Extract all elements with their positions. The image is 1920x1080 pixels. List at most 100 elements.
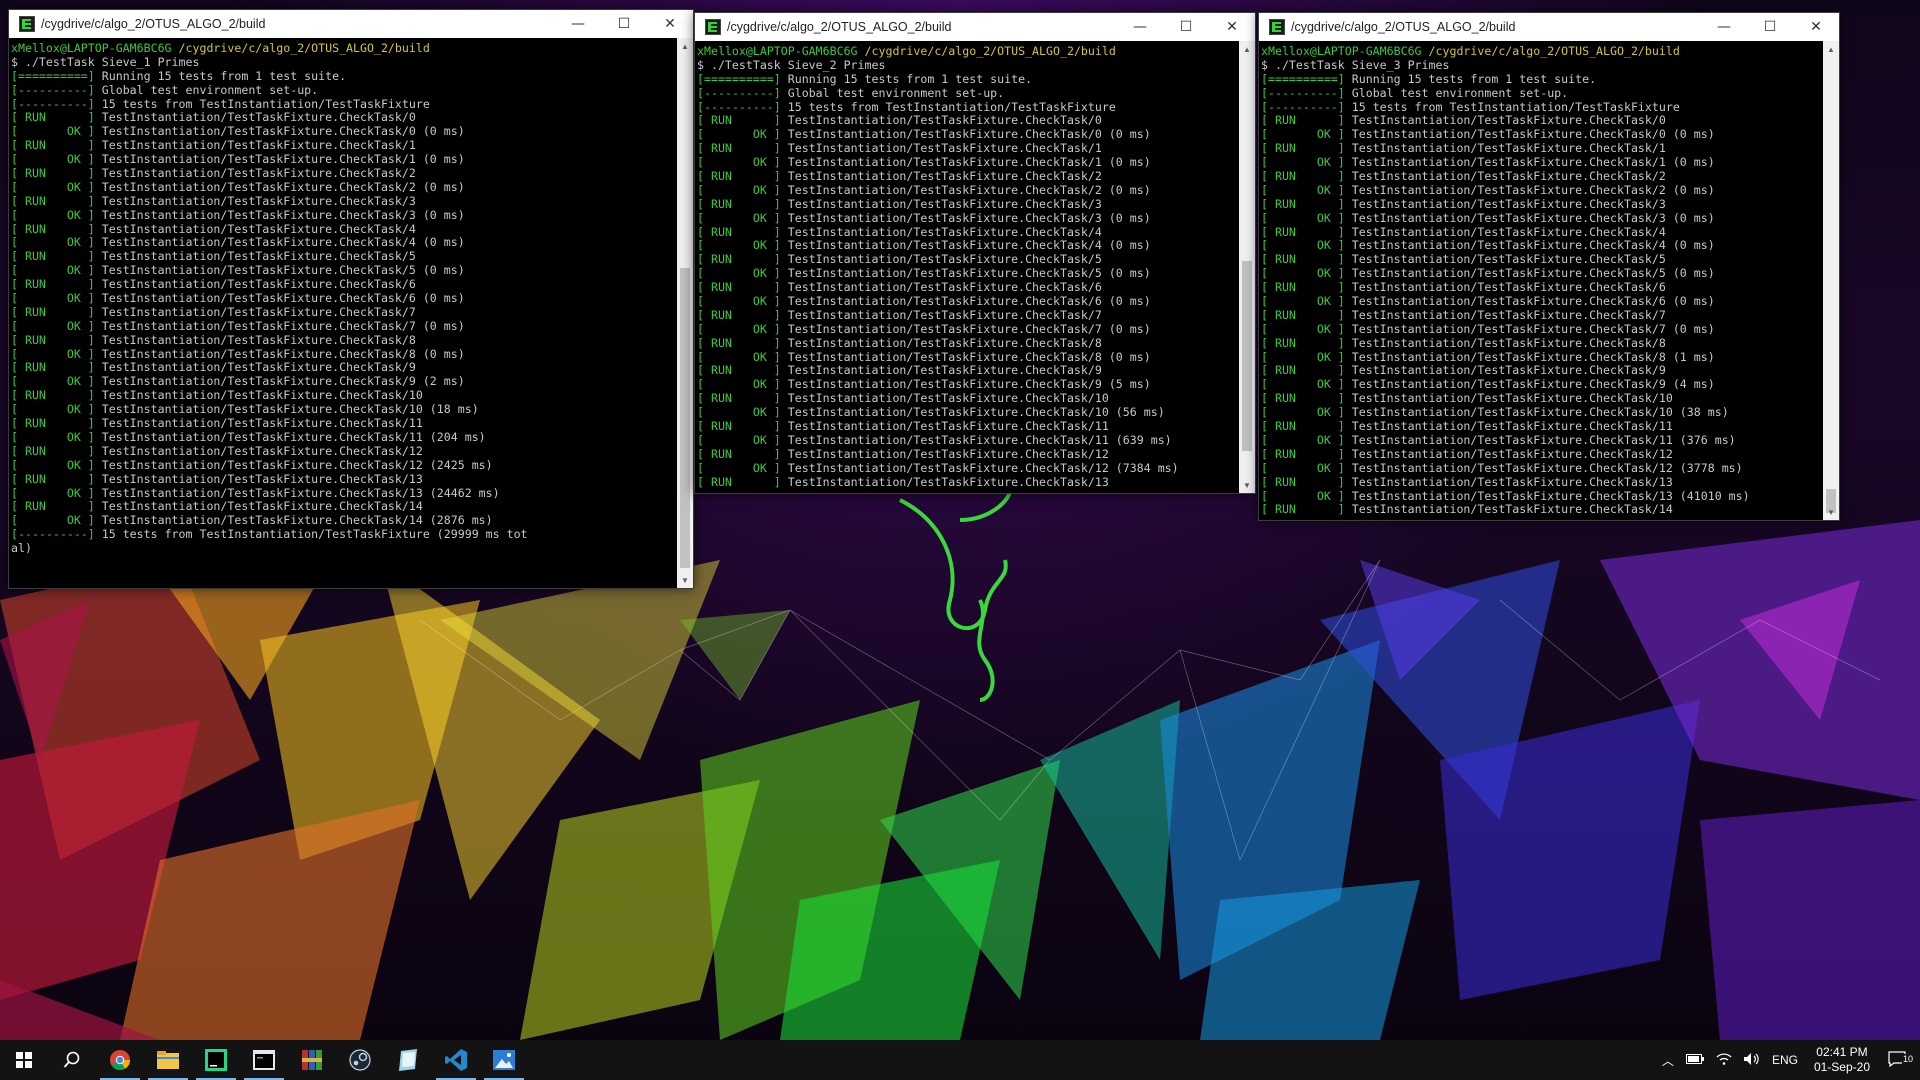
wifi-icon[interactable] xyxy=(1710,1052,1738,1068)
chevron-up-icon[interactable]: ︿ xyxy=(1656,1052,1680,1069)
start-button[interactable] xyxy=(0,1040,48,1080)
minimize-button[interactable]: — xyxy=(1701,13,1747,41)
vertical-scrollbar[interactable]: ▲ ▼ xyxy=(1823,41,1839,520)
terminal-line: $ ./TestTask Sieve_3 Primes xyxy=(1261,58,1823,73)
maximize-button[interactable]: ☐ xyxy=(1747,13,1793,41)
window-titlebar[interactable]: /cygdrive/c/algo_2/OTUS_ALGO_2/build — ☐… xyxy=(1259,13,1839,41)
chrome-button[interactable] xyxy=(96,1040,144,1080)
test-status-tag: [ OK ] xyxy=(11,291,95,306)
terminal-window-3[interactable]: /cygdrive/c/algo_2/OTUS_ALGO_2/build — ☐… xyxy=(1258,12,1840,521)
terminal-line: [ RUN ] TestInstantiation/TestTaskFixtur… xyxy=(697,391,1239,406)
vertical-scrollbar[interactable]: ▲ ▼ xyxy=(677,38,693,588)
test-status-tag: [ RUN ] xyxy=(11,388,95,403)
test-output-text: TestInstantiation/TestTaskFixture.CheckT… xyxy=(787,141,1102,156)
terminal-line: [ RUN ] TestInstantiation/TestTaskFixtur… xyxy=(1261,364,1823,378)
test-status-tag: [ OK ] xyxy=(697,377,781,392)
test-output-text: TestInstantiation/TestTaskFixture.CheckT… xyxy=(787,363,1102,378)
search-button[interactable] xyxy=(48,1040,96,1080)
test-status-tag: [ RUN ] xyxy=(1261,224,1345,239)
test-status-tag: [ RUN ] xyxy=(697,363,781,378)
test-output-text: TestInstantiation/TestTaskFixture.CheckT… xyxy=(787,377,1151,392)
scroll-thumb[interactable] xyxy=(1242,261,1252,451)
test-output-text: TestInstantiation/TestTaskFixture.CheckT… xyxy=(101,443,423,458)
scroll-thumb[interactable] xyxy=(680,268,690,568)
terminal-text: al) xyxy=(11,541,32,556)
close-button[interactable]: ✕ xyxy=(1209,13,1255,41)
test-output-text: TestInstantiation/TestTaskFixture.CheckT… xyxy=(1351,488,1750,503)
vertical-scrollbar[interactable]: ▲ ▼ xyxy=(1239,41,1255,493)
test-output-text: TestInstantiation/TestTaskFixture.CheckT… xyxy=(787,224,1102,239)
test-output-text: TestInstantiation/TestTaskFixture.CheckT… xyxy=(101,138,416,153)
terminal-output[interactable]: xMellox@LAPTOP-GAM6BC6G /cygdrive/c/algo… xyxy=(695,41,1239,493)
test-status-tag: [ OK ] xyxy=(1261,405,1345,420)
test-status-tag: [----------] xyxy=(697,99,781,114)
test-output-text: TestInstantiation/TestTaskFixture.CheckT… xyxy=(1351,446,1673,461)
terminal-line: [ RUN ] TestInstantiation/TestTaskFixtur… xyxy=(11,471,677,487)
scroll-down-icon[interactable]: ▼ xyxy=(677,572,693,588)
terminal-window-1[interactable]: /cygdrive/c/algo_2/OTUS_ALGO_2/build — ☐… xyxy=(8,9,694,589)
test-status-tag: [ OK ] xyxy=(697,321,781,336)
scroll-up-icon[interactable]: ▲ xyxy=(1239,41,1255,57)
steam-button[interactable] xyxy=(336,1040,384,1080)
clock-time: 02:41 PM xyxy=(1816,1045,1868,1059)
test-status-tag: [ RUN ] xyxy=(11,416,95,431)
test-status-tag: [ RUN ] xyxy=(11,166,95,181)
image-viewer-button[interactable] xyxy=(480,1040,528,1080)
clion-button[interactable] xyxy=(192,1040,240,1080)
test-status-tag: [ OK ] xyxy=(11,485,95,500)
maximize-button[interactable]: ☐ xyxy=(1163,13,1209,41)
minimize-button[interactable]: — xyxy=(555,10,601,38)
scroll-down-icon[interactable]: ▼ xyxy=(1239,477,1255,493)
terminal-line: [ RUN ] TestInstantiation/TestTaskFixtur… xyxy=(11,138,677,153)
terminal-output[interactable]: xMellox@LAPTOP-GAM6BC6G /cygdrive/c/algo… xyxy=(1259,41,1823,520)
terminal-output[interactable]: xMellox@LAPTOP-GAM6BC6G /cygdrive/c/algo… xyxy=(9,38,677,588)
test-status-tag: [ OK ] xyxy=(1261,182,1345,197)
close-button[interactable]: ✕ xyxy=(1793,13,1839,41)
minimize-button[interactable]: — xyxy=(1117,13,1163,41)
test-output-text: TestInstantiation/TestTaskFixture.CheckT… xyxy=(101,318,465,333)
close-button[interactable]: ✕ xyxy=(647,10,693,38)
test-status-tag: [ OK ] xyxy=(697,182,781,197)
volume-icon[interactable] xyxy=(1738,1052,1766,1069)
terminal-line: [ OK ] TestInstantiation/TestTaskFixture… xyxy=(11,124,677,139)
test-output-text: Global test environment set-up. xyxy=(101,82,319,97)
scroll-up-icon[interactable]: ▲ xyxy=(1823,41,1839,57)
test-status-tag: [ OK ] xyxy=(11,402,95,417)
test-status-tag: [ OK ] xyxy=(11,457,95,472)
winrar-button[interactable] xyxy=(288,1040,336,1080)
test-output-text: Running 15 tests from 1 test suite. xyxy=(787,71,1033,86)
window-titlebar[interactable]: /cygdrive/c/algo_2/OTUS_ALGO_2/build — ☐… xyxy=(695,13,1255,41)
test-status-tag: [ OK ] xyxy=(1261,460,1345,475)
language-indicator[interactable]: ENG xyxy=(1766,1053,1804,1067)
test-status-tag: [ OK ] xyxy=(11,179,95,194)
notes-button[interactable] xyxy=(384,1040,432,1080)
test-output-text: TestInstantiation/TestTaskFixture.CheckT… xyxy=(1351,321,1715,336)
cygwin-terminal-button[interactable] xyxy=(240,1040,288,1080)
window-titlebar[interactable]: /cygdrive/c/algo_2/OTUS_ALGO_2/build — ☐… xyxy=(9,10,693,38)
terminal-line: [ RUN ] TestInstantiation/TestTaskFixtur… xyxy=(1261,196,1823,212)
terminal-line: [ RUN ] TestInstantiation/TestTaskFixtur… xyxy=(11,166,677,181)
terminal-line: xMellox@LAPTOP-GAM6BC6G /cygdrive/c/algo… xyxy=(697,44,1239,59)
terminal-window-2[interactable]: /cygdrive/c/algo_2/OTUS_ALGO_2/build — ☐… xyxy=(694,12,1256,494)
notification-center-icon[interactable]: 10 xyxy=(1880,1050,1920,1070)
test-output-text: TestInstantiation/TestTaskFixture.CheckT… xyxy=(101,304,416,319)
terminal-line: [ OK ] TestInstantiation/TestTaskFixture… xyxy=(1261,127,1823,142)
scroll-up-icon[interactable]: ▲ xyxy=(677,38,693,54)
test-output-text: TestInstantiation/TestTaskFixture.CheckT… xyxy=(101,179,465,194)
battery-icon[interactable] xyxy=(1680,1053,1710,1067)
test-status-tag: [ OK ] xyxy=(11,374,95,389)
clock[interactable]: 02:41 PM 01-Sep-20 xyxy=(1804,1045,1880,1075)
test-status-tag: [ RUN ] xyxy=(11,110,95,125)
file-explorer-button[interactable] xyxy=(144,1040,192,1080)
test-output-text: TestInstantiation/TestTaskFixture.CheckT… xyxy=(101,124,465,139)
test-output-text: TestInstantiation/TestTaskFixture.CheckT… xyxy=(1351,196,1666,211)
vscode-button[interactable] xyxy=(432,1040,480,1080)
test-output-text: 15 tests from TestInstantiation/TestTask… xyxy=(787,99,1116,114)
maximize-button[interactable]: ☐ xyxy=(601,10,647,38)
scroll-down-icon[interactable]: ▼ xyxy=(1823,504,1839,520)
test-output-text: TestInstantiation/TestTaskFixture.CheckT… xyxy=(1351,460,1743,475)
terminal-line: [ RUN ] TestInstantiation/TestTaskFixtur… xyxy=(1261,446,1823,462)
test-output-text: TestInstantiation/TestTaskFixture.CheckT… xyxy=(101,471,423,486)
test-output-text: 15 tests from TestInstantiation/TestTask… xyxy=(101,527,528,542)
test-output-text: TestInstantiation/TestTaskFixture.CheckT… xyxy=(787,238,1151,253)
